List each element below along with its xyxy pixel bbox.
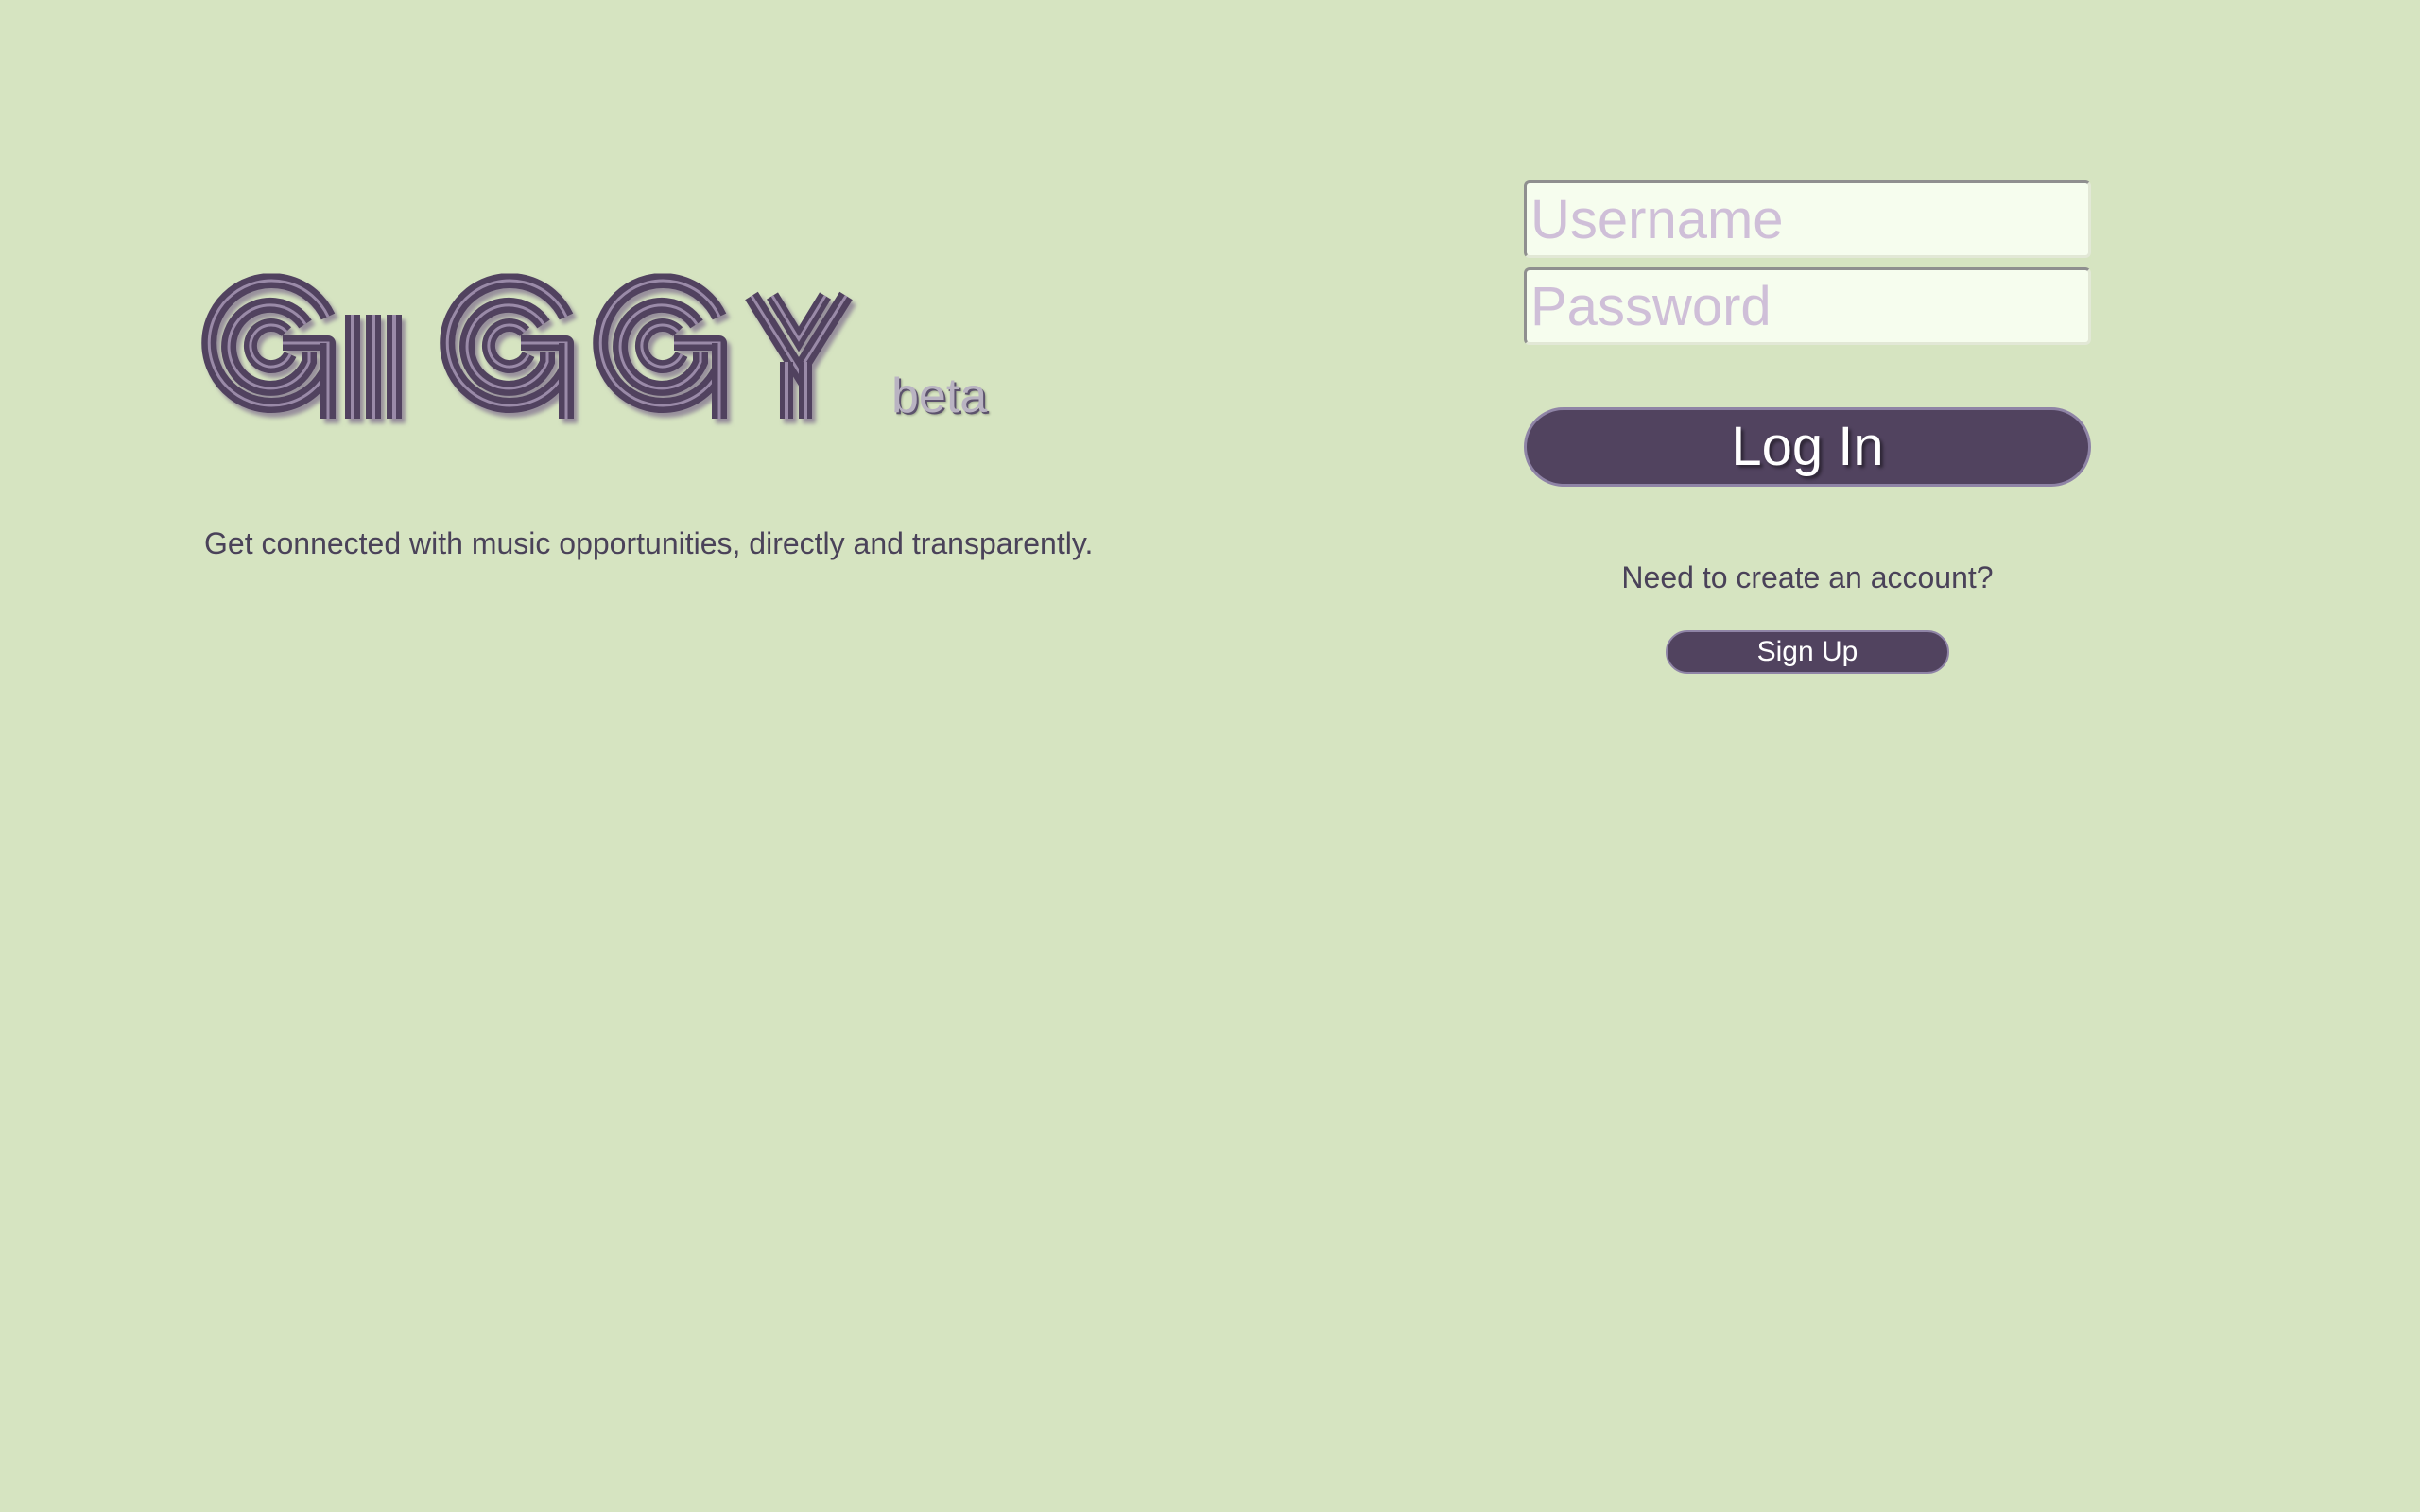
password-input[interactable]	[1524, 267, 2091, 345]
username-input[interactable]	[1524, 180, 2091, 258]
login-button[interactable]: Log In	[1524, 407, 2091, 487]
login-form: Log In	[1524, 180, 2091, 487]
giggy-logo-icon	[203, 250, 922, 449]
signup-button[interactable]: Sign Up	[1666, 630, 1949, 674]
beta-badge: beta	[891, 369, 988, 423]
logo: GIGGY	[203, 250, 1016, 449]
tagline: Get connected with music opportunities, …	[204, 526, 1094, 560]
signup-prompt: Need to create an account?	[1621, 560, 1994, 594]
